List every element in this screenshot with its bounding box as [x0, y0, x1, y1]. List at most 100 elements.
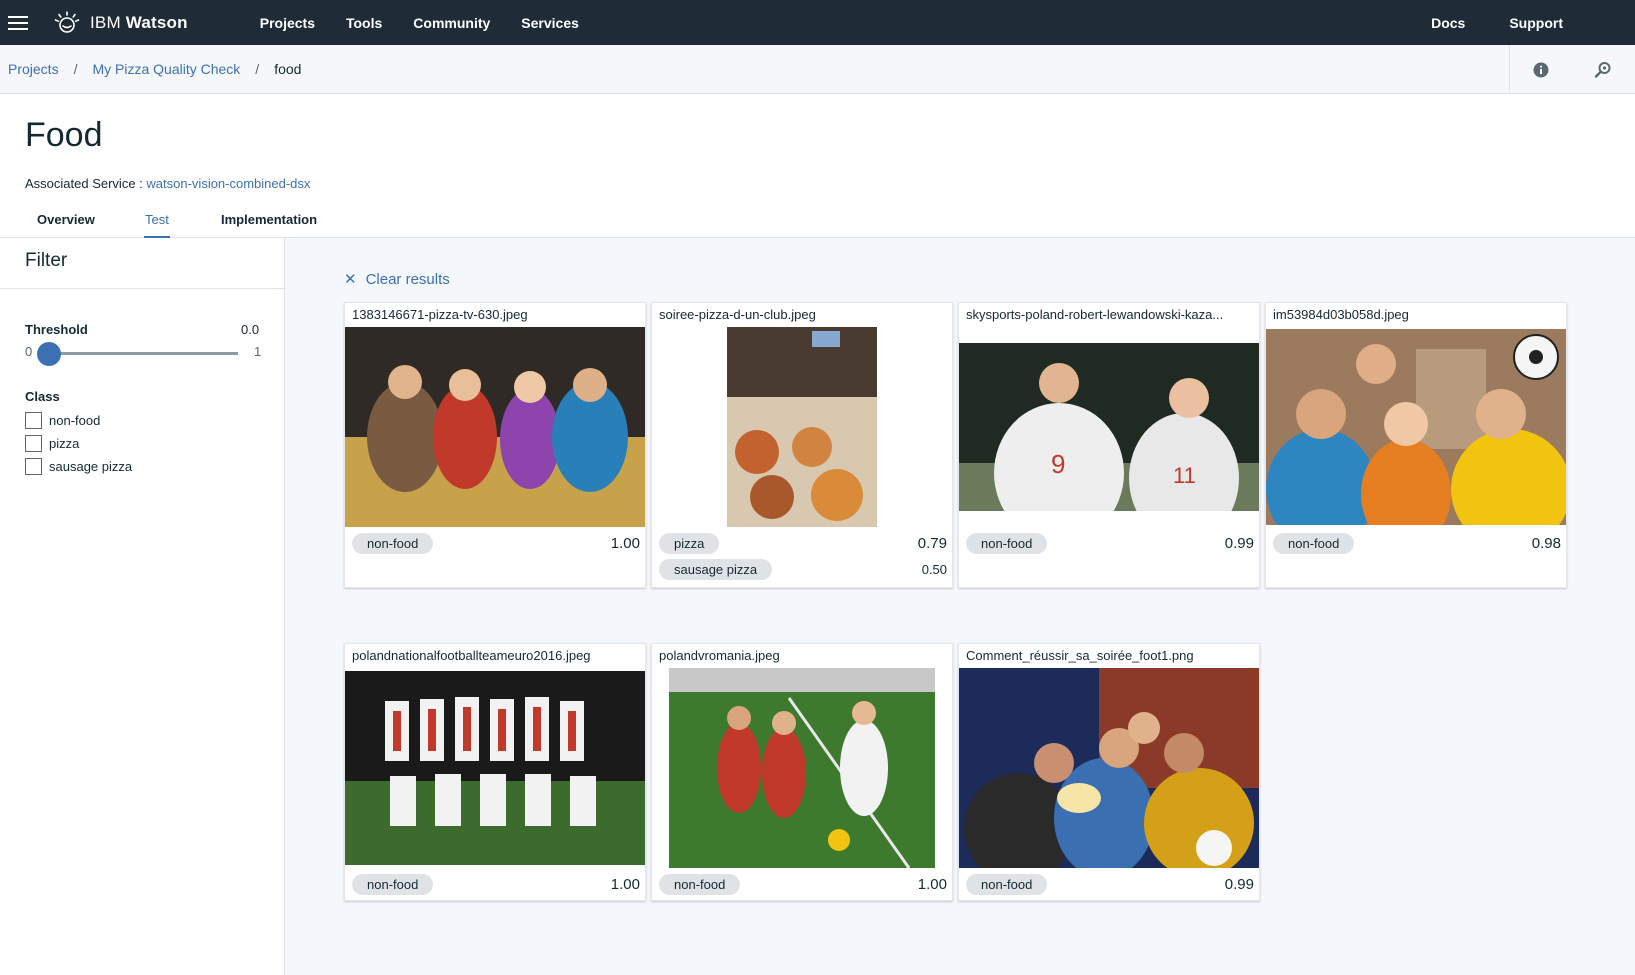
tag-row: non-food 0.98 [1273, 533, 1561, 554]
class-score: 1.00 [917, 876, 947, 893]
image-thumbnail [727, 327, 877, 527]
threshold-slider-track[interactable] [38, 352, 238, 355]
threshold-slider-thumb[interactable] [37, 342, 61, 366]
tag-row: non-food 1.00 [659, 874, 947, 895]
ibm-watson-logo[interactable]: IBM Watson [54, 10, 188, 36]
close-icon: ✕ [344, 271, 357, 288]
tab-overview[interactable]: Overview [37, 200, 95, 238]
magnifier-search-icon [1594, 61, 1611, 78]
breadcrumb-current: food [274, 61, 302, 77]
class-filter-sausage-pizza[interactable]: sausage pizza [25, 458, 132, 475]
class-score: 0.99 [1224, 535, 1254, 552]
associated-service: Associated Service : watson-vision-combi… [25, 176, 310, 191]
top-navbar: IBM Watson Projects Tools Community Serv… [0, 0, 1635, 45]
result-card[interactable]: Comment_réussir_sa_soirée_foot1.png non-… [958, 643, 1260, 901]
card-image [652, 327, 952, 527]
breadcrumb-project[interactable]: My Pizza Quality Check [92, 61, 240, 77]
threshold-label: Threshold [25, 322, 88, 337]
class-score: 0.79 [917, 535, 947, 552]
class-score: 1.00 [610, 535, 640, 552]
info-icon [1533, 62, 1549, 77]
nav-projects[interactable]: Projects [260, 15, 315, 31]
tag-row: sausage pizza 0.50 [659, 559, 947, 580]
nav-docs[interactable]: Docs [1431, 15, 1465, 31]
brand-prefix: IBM [90, 12, 121, 32]
breadcrumb-actions [1509, 45, 1634, 94]
class-tag[interactable]: sausage pizza [659, 559, 773, 580]
class-filter-label: pizza [49, 436, 80, 451]
slider-min-label: 0 [25, 344, 33, 359]
result-card[interactable]: 1383146671-pizza-tv-630.jpeg non-food 1.… [344, 302, 646, 588]
tag-row: pizza 0.79 [659, 533, 947, 554]
class-score: 0.98 [1531, 535, 1561, 552]
menu-icon[interactable] [8, 15, 28, 30]
result-card[interactable]: im53984d03b058d.jpeg non-food 0.98 [1265, 302, 1567, 588]
card-image [345, 327, 645, 527]
class-tag[interactable]: non-food [659, 874, 741, 895]
filter-title: Filter [25, 250, 68, 271]
breadcrumb-separator: / [255, 61, 260, 77]
filter-panel: Filter Threshold 0.0 0 1 Class non-food … [0, 238, 285, 975]
slider-max-label: 1 [254, 344, 262, 359]
svg-text:11: 11 [1173, 463, 1196, 488]
class-tag[interactable]: non-food [966, 874, 1048, 895]
image-thumbnail [345, 671, 645, 865]
class-label: Class [25, 389, 60, 404]
result-card[interactable]: polandnationalfootballteameuro2016.jpeg [344, 643, 646, 901]
nav-services[interactable]: Services [521, 15, 579, 31]
image-thumbnail [345, 327, 645, 527]
card-filename: 1383146671-pizza-tv-630.jpeg [352, 307, 528, 322]
class-filter-label: non-food [49, 413, 101, 428]
card-image [1266, 327, 1566, 527]
image-thumbnail: 9 11 [959, 343, 1259, 511]
tab-bar: Overview Test Implementation [0, 200, 1635, 238]
result-card[interactable]: skysports-poland-robert-lewandowski-kaza… [958, 302, 1260, 588]
checkbox[interactable] [25, 435, 42, 452]
nav-support[interactable]: Support [1509, 15, 1563, 31]
card-filename: Comment_réussir_sa_soirée_foot1.png [966, 648, 1194, 663]
page-title: Food [25, 116, 103, 154]
card-image: 9 11 [959, 327, 1259, 527]
nav-community[interactable]: Community [413, 15, 490, 31]
results-area: ✕ Clear results 1383146671-pizza-tv-630.… [285, 238, 1635, 975]
watson-logo-icon [54, 10, 80, 33]
class-tag[interactable]: pizza [659, 533, 720, 554]
class-score: 0.99 [1224, 876, 1254, 893]
nav-tools[interactable]: Tools [346, 15, 382, 31]
class-tag[interactable]: non-food [352, 533, 434, 554]
associated-service-link[interactable]: watson-vision-combined-dsx [146, 176, 310, 191]
clear-results-button[interactable]: ✕ Clear results [344, 270, 450, 289]
class-filter-pizza[interactable]: pizza [25, 435, 79, 452]
breadcrumb-bar: Projects / My Pizza Quality Check / food [0, 45, 1635, 94]
main-nav: Projects Tools Community Services [260, 15, 610, 31]
result-card[interactable]: polandvromania.jpeg non-food 1.00 [651, 643, 953, 901]
nav-right: Docs Support [1387, 0, 1563, 45]
card-image [345, 668, 645, 868]
card-filename: soiree-pizza-d-un-club.jpeg [659, 307, 816, 322]
tag-row: non-food 1.00 [352, 533, 640, 554]
class-tag[interactable]: non-food [966, 533, 1048, 554]
card-image [652, 668, 952, 868]
breadcrumb-projects[interactable]: Projects [8, 61, 59, 77]
watson-assist-button[interactable] [1572, 45, 1634, 94]
tab-test[interactable]: Test [144, 200, 170, 238]
tab-implementation[interactable]: Implementation [221, 200, 317, 238]
clear-results-label: Clear results [365, 270, 450, 288]
tag-row: non-food 0.99 [966, 533, 1254, 554]
card-filename: polandvromania.jpeg [659, 648, 780, 663]
class-tag[interactable]: non-food [352, 874, 434, 895]
tag-row: non-food 1.00 [352, 874, 640, 895]
brand-name: Watson [125, 12, 188, 32]
divider [0, 288, 284, 289]
class-filter-label: sausage pizza [49, 459, 133, 474]
result-card[interactable]: soiree-pizza-d-un-club.jpeg pizza 0.79 s… [651, 302, 953, 588]
card-image [959, 668, 1259, 868]
card-filename: skysports-poland-robert-lewandowski-kaza… [966, 307, 1224, 322]
tag-row: non-food 0.99 [966, 874, 1254, 895]
class-filter-non-food[interactable]: non-food [25, 412, 100, 429]
checkbox[interactable] [25, 412, 42, 429]
info-button[interactable] [1510, 45, 1572, 94]
checkbox[interactable] [25, 458, 42, 475]
image-thumbnail [669, 668, 935, 868]
class-tag[interactable]: non-food [1273, 533, 1355, 554]
